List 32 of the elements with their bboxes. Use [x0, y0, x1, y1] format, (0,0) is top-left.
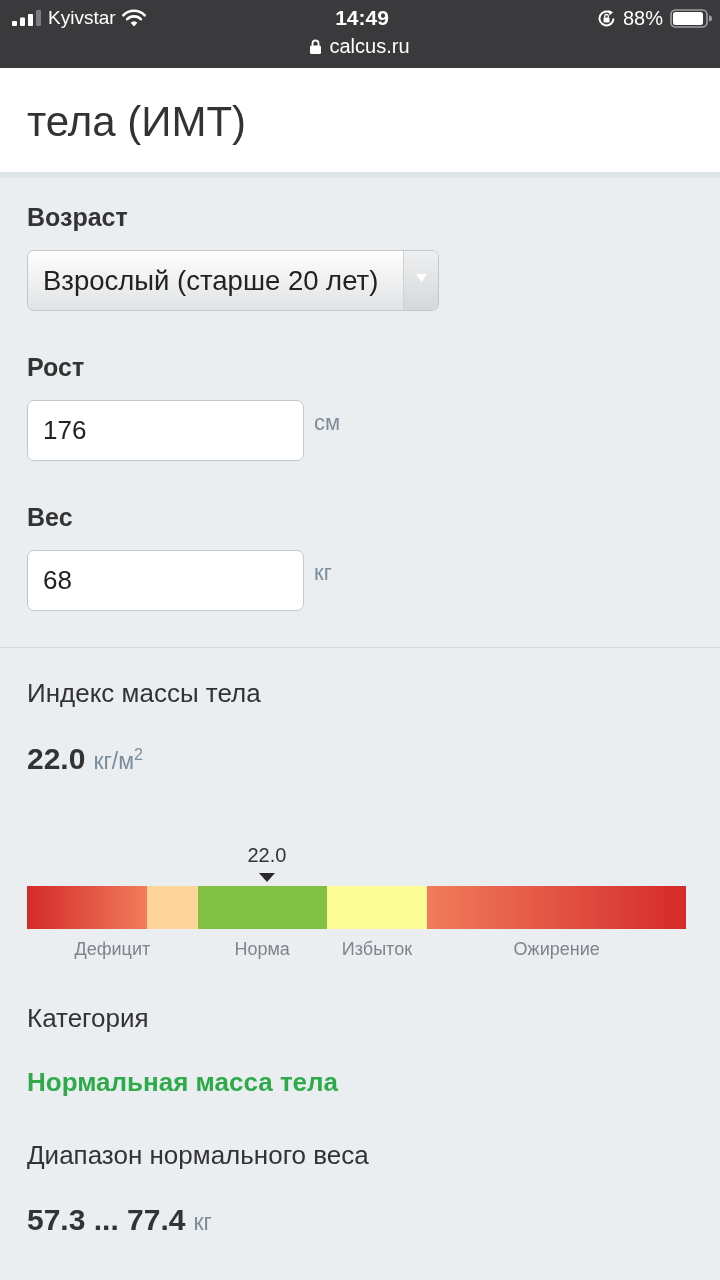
zone-label: Ожирение [513, 938, 600, 960]
signal-icon [12, 10, 42, 26]
weight-range-value: 57.3 ... 77.4 [27, 1202, 186, 1238]
field-label: Возраст [27, 202, 128, 232]
input-field[interactable]: 176 [27, 400, 304, 461]
result-label: Индекс массы тела [27, 677, 261, 709]
zone-label: Дефицит [74, 938, 151, 960]
battery-icon [670, 8, 712, 28]
zone-label: Избыток [341, 938, 413, 960]
result-label: Диапазон нормального веса [27, 1139, 369, 1171]
marker-value: 22.0 [247, 843, 287, 867]
lock-icon [310, 38, 322, 54]
zone-label: Норма [234, 938, 290, 960]
status-time: 14:49 [335, 6, 389, 30]
carrier-name: Kyivstar [48, 7, 116, 29]
result-label: Категория [27, 1002, 149, 1034]
bmi-value: 22.0 [27, 741, 86, 777]
page-title: тела (ИМТ) [27, 98, 247, 146]
rotation-lock-icon [596, 8, 616, 28]
input-field[interactable]: 68 [27, 550, 304, 611]
caret-icon [415, 273, 427, 282]
unit-label: кг [314, 560, 332, 586]
battery-percent: 88% [622, 6, 663, 30]
unit-label: см [314, 410, 341, 436]
unit-label: кг/м$^{2}$ [93, 744, 143, 776]
category-value: Нормальная масса тела [27, 1066, 339, 1098]
unit-label: кг [193, 1208, 212, 1237]
wifi-icon [121, 9, 146, 27]
url-text[interactable]: calcus.ru [329, 34, 410, 58]
dropdown-select[interactable]: Взрослый (старше 20 лет) [27, 250, 439, 311]
field-label: Вес [27, 502, 73, 532]
field-label: Рост [27, 352, 85, 382]
